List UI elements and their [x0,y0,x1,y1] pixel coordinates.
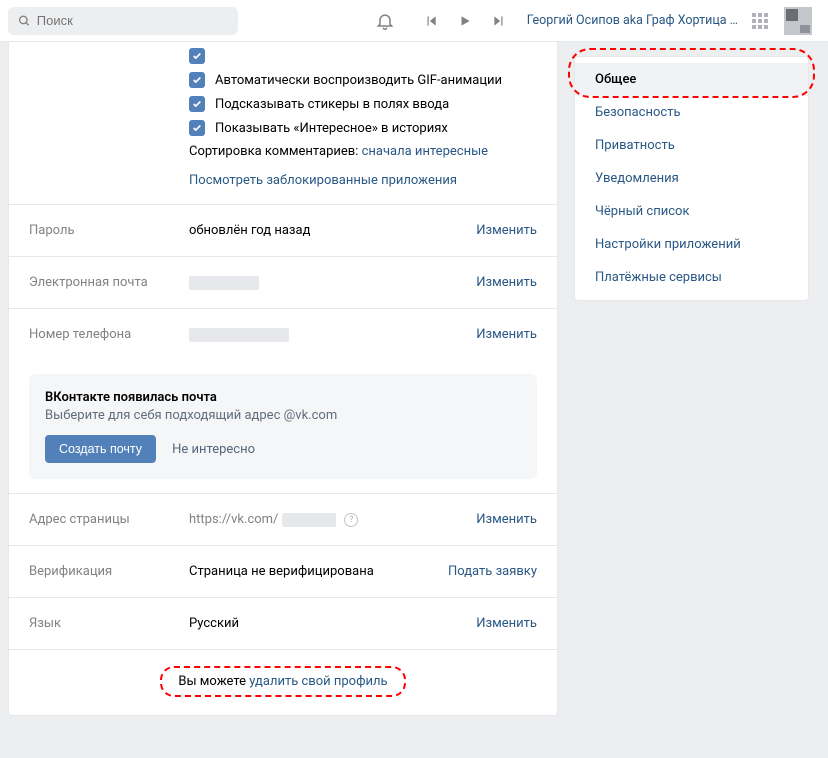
phone-label: Номер телефона [29,327,189,342]
create-mail-button[interactable]: Создать почту [45,435,156,463]
mail-banner-title: ВКонтакте появилась почта [45,390,521,405]
settings-main-panel: Автоматически воспроизводить GIF-анимаци… [8,42,558,716]
language-row: Язык Русский Изменить [9,597,557,649]
notifications-icon[interactable] [371,7,399,35]
address-prefix: https://vk.com/ [189,512,278,527]
not-interested-button[interactable]: Не интересно [172,442,255,457]
apps-grid-icon[interactable] [746,7,774,35]
checkbox-label: Автоматически воспроизводить GIF-анимаци… [215,73,502,88]
password-row: Пароль обновлён год назад Изменить [9,204,557,256]
sort-value-link[interactable]: сначала интересные [362,144,488,159]
address-row: Адрес страницы https://vk.com/ ? Изменит… [9,493,557,545]
phone-row: Номер телефона Изменить [9,308,557,360]
checkbox-icon [189,96,205,112]
address-value: https://vk.com/ ? [189,512,476,527]
sidebar-item-general[interactable]: Общее [575,63,808,96]
next-track-icon[interactable] [485,7,513,35]
sort-label: Сортировка комментариев: [189,144,362,159]
checkbox-label: Показывать «Интересное» в историях [215,121,448,136]
sidebar-container: Общее Безопасность Приватность Уведомлен… [574,56,809,301]
address-change-link[interactable]: Изменить [476,512,537,527]
delete-highlight: Вы можете удалить свой профиль [160,666,405,697]
language-value: Русский [189,616,476,631]
search-icon [18,14,31,28]
checkbox-icon [189,120,205,136]
checkbox-stickers[interactable]: Подсказывать стикеры в полях ввода [29,92,537,116]
verification-label: Верификация [29,564,189,579]
password-label: Пароль [29,223,189,238]
email-row: Электронная почта Изменить [9,256,557,308]
checkbox-icon [189,72,205,88]
delete-profile-link[interactable]: удалить свой профиль [249,674,387,689]
checkbox-row-half[interactable] [29,48,537,68]
address-label: Адрес страницы [29,512,189,527]
mail-banner: ВКонтакте появилась почта Выберите для с… [29,374,537,479]
phone-value [189,327,476,342]
search-input[interactable] [37,13,228,28]
sidebar-item-payments[interactable]: Платёжные сервисы [575,261,808,294]
language-label: Язык [29,616,189,631]
blocked-apps-link[interactable]: Посмотреть заблокированные приложения [189,173,457,188]
sidebar-item-notifications[interactable]: Уведомления [575,162,808,195]
mail-banner-subtitle: Выберите для себя подходящий адрес @vk.c… [45,408,521,423]
email-change-link[interactable]: Изменить [476,275,537,290]
phone-change-link[interactable]: Изменить [476,327,537,342]
checkbox-interesting[interactable]: Показывать «Интересное» в историях [29,116,537,140]
sidebar-item-apps[interactable]: Настройки приложений [575,228,808,261]
checkbox-label: Подсказывать стикеры в полях ввода [215,97,449,112]
password-change-link[interactable]: Изменить [476,223,537,238]
checkbox-gif[interactable]: Автоматически воспроизводить GIF-анимаци… [29,68,537,92]
sidebar-item-security[interactable]: Безопасность [575,96,808,129]
email-label: Электронная почта [29,275,189,290]
search-box[interactable] [8,7,238,35]
help-icon[interactable]: ? [344,513,358,527]
delete-prefix: Вы можете [178,674,249,689]
music-controls: Георгий Осипов aka Граф Хортица … [417,7,738,35]
avatar[interactable] [784,7,812,35]
sidebar-item-blacklist[interactable]: Чёрный список [575,195,808,228]
language-change-link[interactable]: Изменить [476,616,537,631]
delete-profile-row: Вы можете удалить свой профиль [9,649,557,715]
checkbox-icon [189,48,205,64]
verification-value: Страница не верифицирована [189,564,448,579]
blocked-apps-row: Посмотреть заблокированные приложения [29,163,537,192]
play-icon[interactable] [451,7,479,35]
settings-sidebar: Общее Безопасность Приватность Уведомлен… [574,56,809,301]
verification-request-link[interactable]: Подать заявку [448,564,537,579]
sidebar-item-privacy[interactable]: Приватность [575,129,808,162]
password-value: обновлён год назад [189,223,476,238]
comment-sort-row: Сортировка комментариев: сначала интерес… [29,140,537,163]
prev-track-icon[interactable] [417,7,445,35]
verification-row: Верификация Страница не верифицирована П… [9,545,557,597]
track-title[interactable]: Георгий Осипов aka Граф Хортица … [527,13,738,28]
app-header: Георгий Осипов aka Граф Хортица … [0,0,828,42]
email-value [189,275,476,290]
